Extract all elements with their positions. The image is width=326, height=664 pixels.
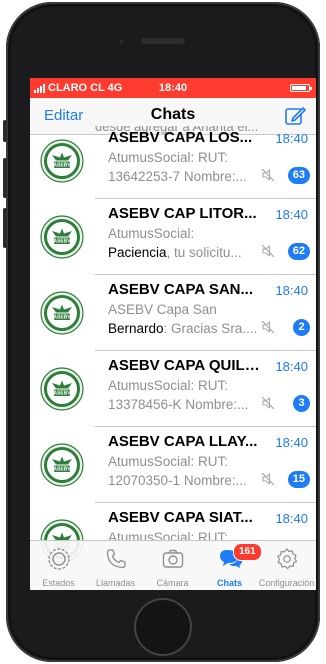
preview-line-1: ASEBV Capa San [108,302,217,317]
muted-icon [261,396,275,410]
tab-estados[interactable]: Estados [30,541,87,590]
camera-icon [162,549,184,568]
unread-badge: 15 [287,471,310,488]
volume-up-button [3,158,7,198]
battery-icon [290,84,312,92]
chat-time: 18:40 [275,283,308,298]
avatar-label: ASEBV [53,163,71,169]
status-bar: CLARO CL 4G 18:40 [30,78,316,98]
chat-time: 18:40 [275,435,308,450]
preview-bold: Bernardo [108,321,164,336]
tab-label: Estados [42,578,75,588]
tab-llamadas[interactable]: Llamadas [87,541,144,590]
phone-icon [106,549,126,569]
tab-camara[interactable]: Cámara [144,541,201,590]
chat-name: ASEBV CAPA LOS... [108,129,253,146]
chat-row[interactable]: ASEBV ASEBV CAPA LOS... 18:40 AtumusSocial:… [30,123,316,199]
preview-line-1: AtumusSocial: [108,226,195,241]
group-avatar: ASEBV [40,139,84,183]
unread-badge: 2 [293,319,310,336]
chat-time: 18:40 [275,359,308,374]
tab-configuracion[interactable]: Configuración [258,541,315,590]
front-camera [118,38,125,45]
unread-badge: 3 [293,395,310,412]
tab-label: Configuración [258,578,315,588]
earpiece-speaker [141,38,185,44]
chat-preview: AtumusSocial: RUT: 13642253-7 Nombre:... [108,148,260,186]
group-avatar: ASEBV [40,215,84,259]
muted-icon [261,168,275,182]
chat-row[interactable]: ASEBV ASEBV CAPA QUILI... 18:40 AtumusSocia… [30,351,316,427]
avatar-label: ASEBV [53,315,71,321]
preview-line-2: 13378456-K Nombre:... [108,397,249,412]
settings-icon [277,548,298,570]
chat-preview: AtumusSocial: Paciencia, tu solicitu... [108,224,260,262]
preview-line-1: AtumusSocial: RUT: [108,150,229,165]
avatar-label: ASEBV [53,467,71,473]
unread-badge: 63 [287,167,310,184]
preview-line-1: AtumusSocial: RUT: [108,454,229,469]
chat-time: 18:40 [275,131,308,146]
group-avatar: ASEBV [40,367,84,411]
chat-preview: AtumusSocial: RUT: 12070350-1 Nombre:... [108,452,260,490]
status-time: 18:40 [158,82,188,94]
volume-down-button [3,208,7,248]
preview-line-2: 12070350-1 Nombre:... [108,473,247,488]
chat-preview: ASEBV Capa San Bernardo: Gracias Sra.... [108,300,260,338]
chat-row[interactable]: ASEBV ASEBV CAPA SAN... 18:40 ASEBV Capa Sa… [30,275,316,351]
chat-name: ASEBV CAPA SAN... [108,281,254,298]
preview-line-1: AtumusSocial: RUT: [108,378,229,393]
chat-name: ASEBV CAPA LLAY... [108,433,258,450]
chat-time: 18:40 [275,511,308,526]
tab-label: Llamadas [95,578,136,588]
mute-switch [3,120,7,142]
home-button[interactable] [134,598,192,656]
tab-bar: Estados Llamadas Cámara 161 Chats Config… [30,540,316,590]
battery-fill [292,86,307,90]
avatar-label: ASEBV [53,391,71,397]
group-avatar: ASEBV [40,291,84,335]
muted-icon [261,472,275,486]
muted-icon [261,320,275,334]
chat-name: ASEBV CAP LITOR... [108,205,257,222]
chat-name: ASEBV CAPA SIAT... [108,509,253,526]
preview-line-2: , tu solicitu... [166,245,242,260]
unread-badge: 62 [287,243,310,260]
preview-line-2: 13642253-7 Nombre:... [108,169,247,184]
chat-row[interactable]: ASEBV ASEBV CAP LITOR... 18:40 AtumusSocial… [30,199,316,275]
chat-name: ASEBV CAPA QUILI... [108,357,260,374]
muted-icon [261,244,275,258]
preview-bold: Paciencia [108,245,167,260]
chat-time: 18:40 [275,207,308,222]
chat-row[interactable]: ASEBV ASEBV CAPA LLAY... 18:40 AtumusSocial… [30,427,316,503]
status-icon [48,548,70,570]
tab-label: Chats [216,578,242,588]
avatar-label: ASEBV [53,239,71,245]
tab-chats[interactable]: 161 Chats [201,541,262,590]
group-avatar: ASEBV [40,443,84,487]
preview-line-2: : Gracias Sra.... [163,321,258,336]
chat-preview: AtumusSocial: RUT: 13378456-K Nombre:... [108,376,260,414]
tab-label: Cámara [156,578,189,588]
screen: CLARO CL 4G 18:40 Editar Chats desde agr… [30,78,316,590]
